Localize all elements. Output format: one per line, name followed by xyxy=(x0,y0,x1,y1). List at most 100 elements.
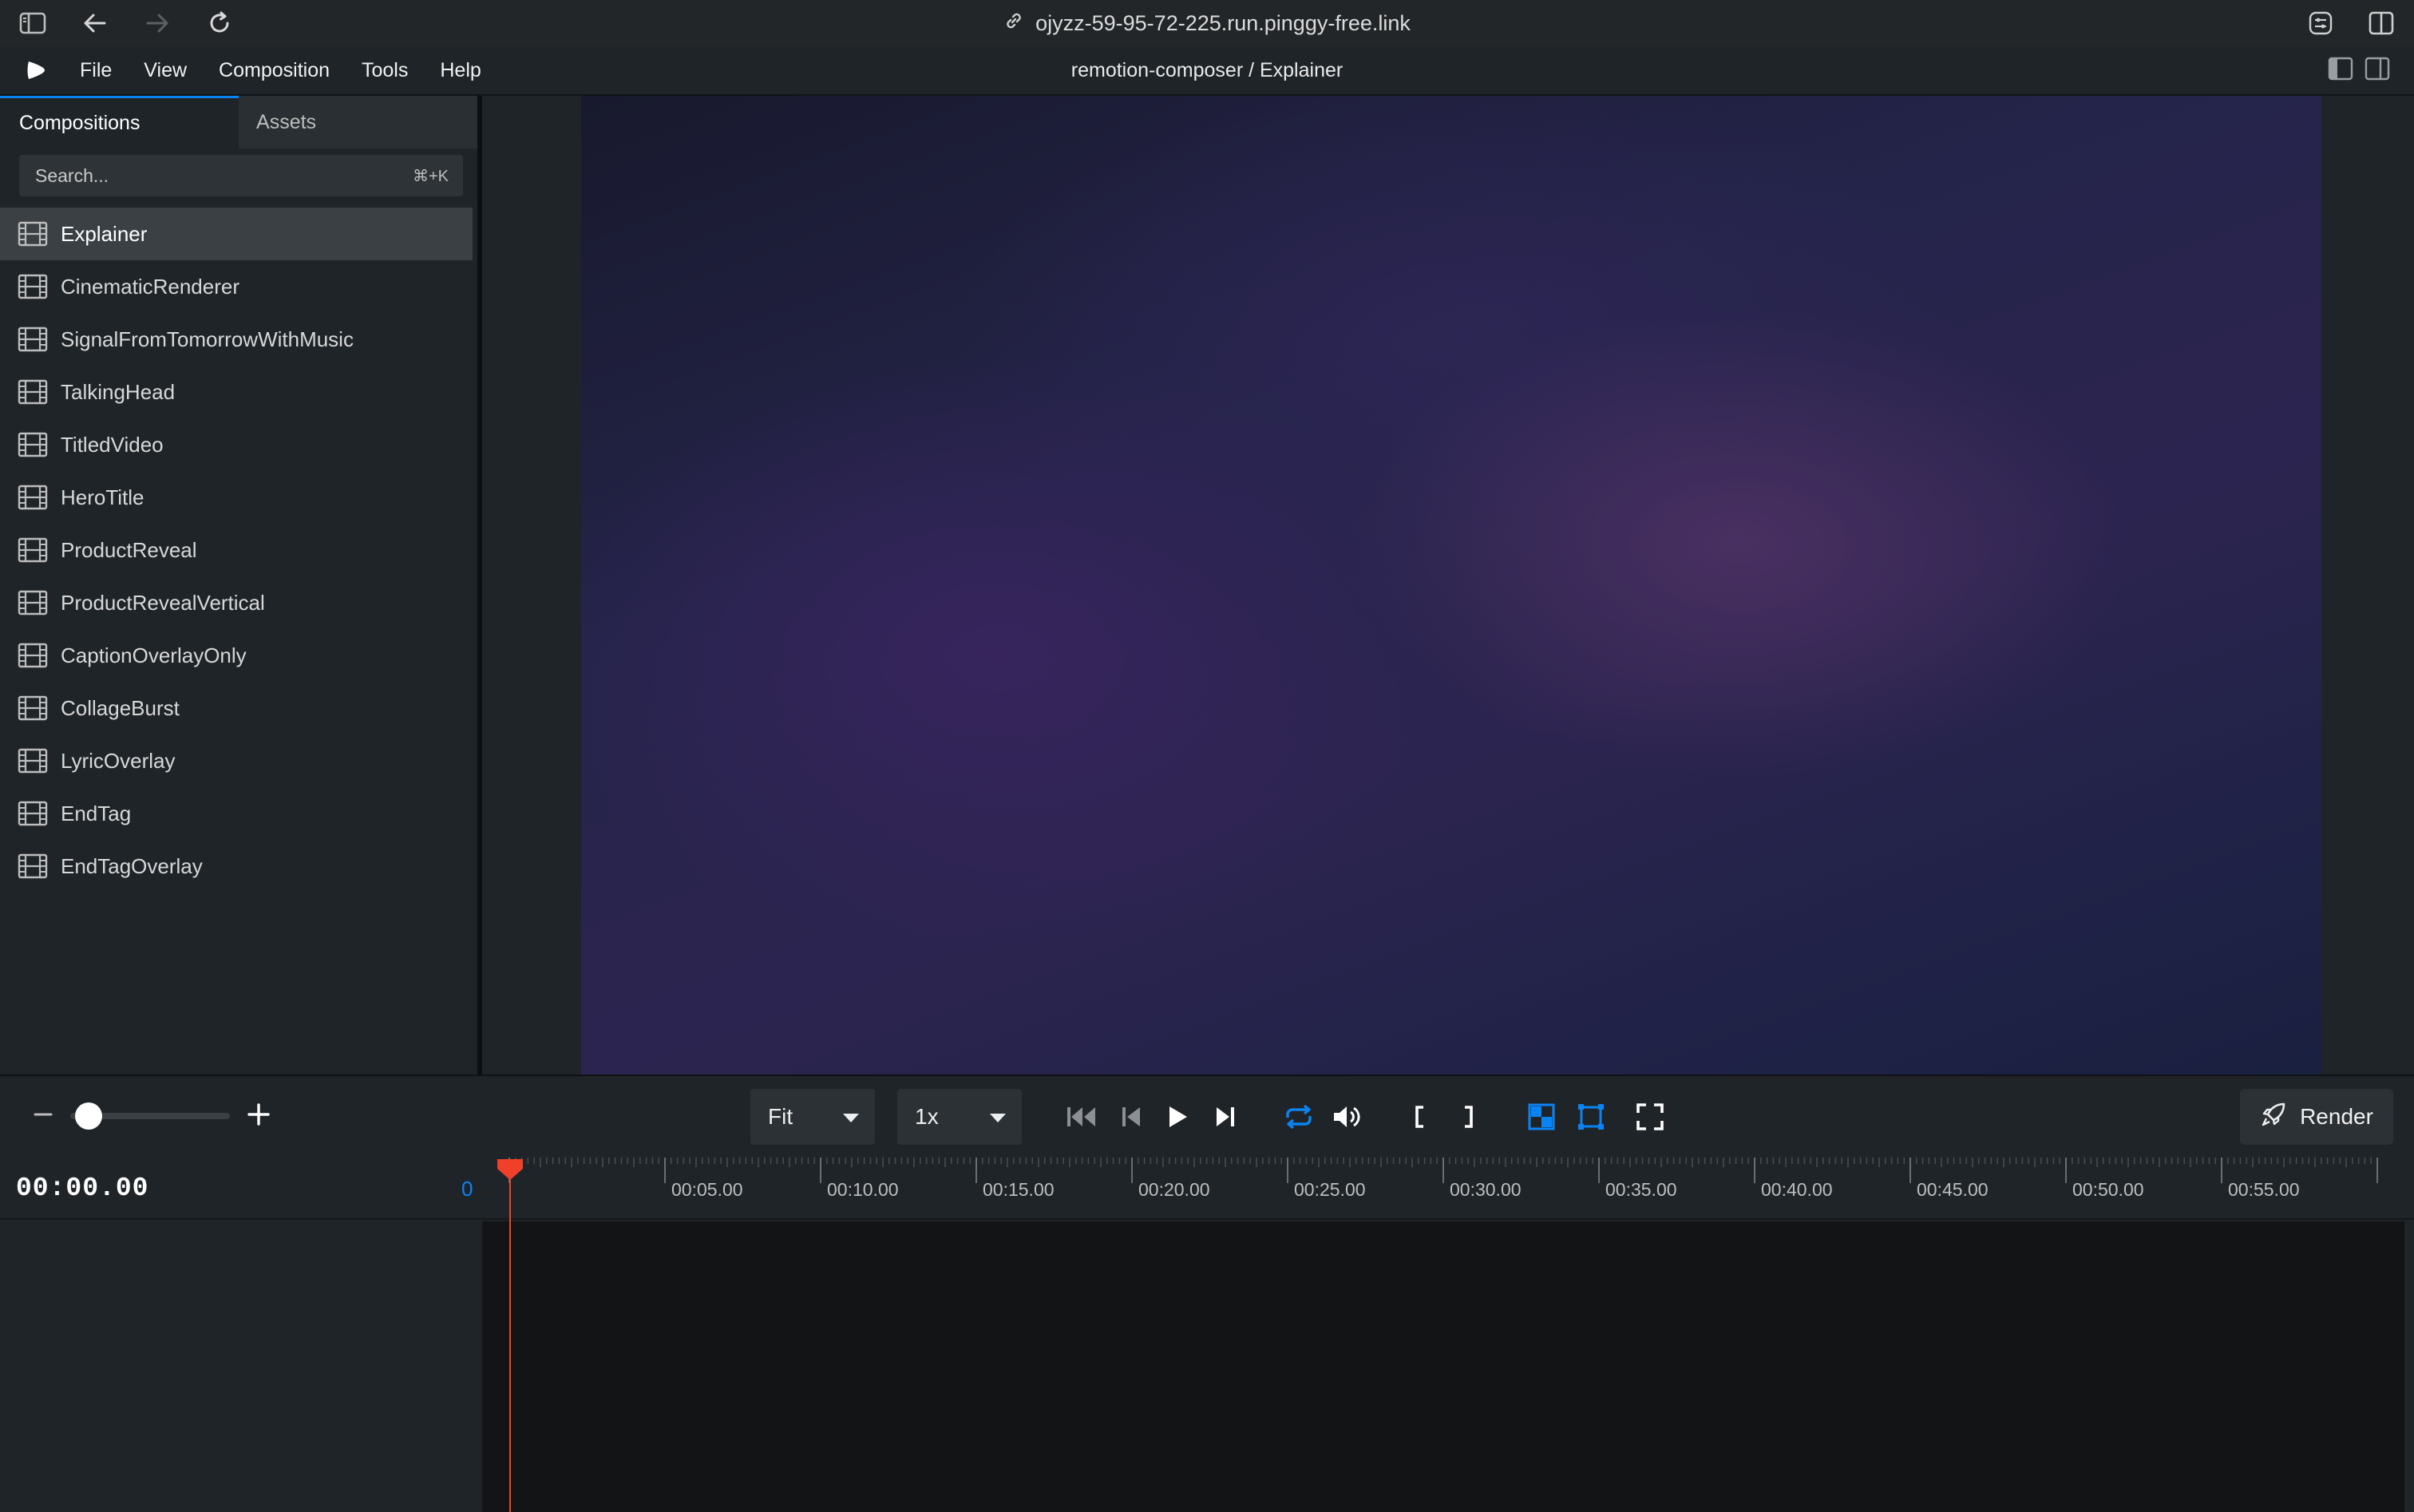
search-shortcut-hint: ⌘+K xyxy=(412,167,449,185)
address-bar: ojyzz-59-95-72-225.run.pinggy-free.link xyxy=(0,0,2414,46)
forward-arrow-icon[interactable] xyxy=(142,8,172,38)
toggle-right-panel-icon[interactable] xyxy=(2365,57,2390,85)
composition-item[interactable]: EndTagOverlay xyxy=(0,840,473,893)
composition-item[interactable]: CinematicRenderer xyxy=(0,260,473,313)
composition-item[interactable]: HeroTitle xyxy=(0,471,473,524)
url-text[interactable]: ojyzz-59-95-72-225.run.pinggy-free.link xyxy=(1035,11,1411,36)
film-icon xyxy=(18,748,48,774)
menu-file[interactable]: File xyxy=(80,59,112,82)
film-icon xyxy=(18,274,48,299)
zoom-in-icon[interactable] xyxy=(246,1102,271,1131)
chevron-down-icon xyxy=(990,1114,1006,1122)
zoom-slider[interactable] xyxy=(70,1102,230,1130)
composition-item[interactable]: CaptionOverlayOnly xyxy=(0,629,473,682)
composition-item[interactable]: CollageBurst xyxy=(0,682,473,734)
tab-compositions[interactable]: Compositions xyxy=(0,96,239,148)
menu-tools[interactable]: Tools xyxy=(362,59,408,82)
menu-composition[interactable]: Composition xyxy=(219,59,330,82)
ruler-tick-label: 00:45.00 xyxy=(1917,1179,1989,1200)
sidebar-tabs: Compositions Assets xyxy=(0,96,477,148)
toggle-left-panel-icon[interactable] xyxy=(2328,57,2353,85)
composition-item-label: LyricOverlay xyxy=(61,748,176,773)
tab-assets[interactable]: Assets xyxy=(239,96,477,148)
speed-select[interactable]: 1x xyxy=(897,1089,1022,1145)
film-icon xyxy=(18,485,48,510)
ruler-tick-label: 00:05.00 xyxy=(671,1179,743,1200)
fullscreen-icon[interactable] xyxy=(1632,1098,1668,1135)
film-icon xyxy=(18,801,48,826)
ruler-tick-label: 00:10.00 xyxy=(827,1179,899,1200)
composition-item-label: CollageBurst xyxy=(61,695,180,720)
timeline-tracks[interactable] xyxy=(482,1221,2404,1512)
composition-item-label: ProductRevealVertical xyxy=(61,590,265,615)
remotion-logo-icon[interactable] xyxy=(24,58,48,82)
composition-item[interactable]: Explainer xyxy=(0,208,473,260)
timeline-layer-list xyxy=(0,1221,482,1512)
composition-item-label: EndTagOverlay xyxy=(61,853,203,878)
step-forward-icon[interactable] xyxy=(1207,1098,1244,1135)
menu-view[interactable]: View xyxy=(144,59,187,82)
composition-item[interactable]: ProductReveal xyxy=(0,524,473,576)
reload-icon[interactable] xyxy=(204,8,235,38)
playhead-handle[interactable] xyxy=(496,1158,524,1181)
composition-item[interactable]: ProductRevealVertical xyxy=(0,576,473,629)
size-select[interactable]: Fit xyxy=(750,1089,875,1145)
ruler-tick-label: 00:35.00 xyxy=(1605,1179,1677,1200)
ruler-tick-label: 00:25.00 xyxy=(1294,1179,1366,1200)
composition-item-label: HeroTitle xyxy=(61,485,144,509)
video-preview-canvas[interactable] xyxy=(581,96,2321,1075)
film-icon xyxy=(18,327,48,352)
compositions-panel: Compositions Assets ⌘+K Explainer Cinemat… xyxy=(0,96,482,1075)
extensions-icon[interactable] xyxy=(2305,8,2336,38)
checkerboard-icon[interactable] xyxy=(1523,1098,1560,1135)
composition-item[interactable]: EndTag xyxy=(0,787,473,840)
composition-item-label: CinematicRenderer xyxy=(61,274,239,299)
film-icon xyxy=(18,695,48,721)
composition-item[interactable]: SignalFromTomorrowWithMusic xyxy=(0,313,473,366)
zoom-out-icon[interactable] xyxy=(32,1103,54,1130)
preview-area xyxy=(487,96,2414,1075)
step-back-icon[interactable] xyxy=(1113,1098,1150,1135)
menu-help[interactable]: Help xyxy=(440,59,481,82)
composition-item[interactable]: TalkingHead xyxy=(0,366,473,418)
playback-controls: Fit 1x Render xyxy=(0,1075,2414,1156)
composition-list: Explainer CinematicRenderer SignalFromTomo… xyxy=(0,208,477,893)
size-select-value: Fit xyxy=(768,1104,793,1129)
current-timecode[interactable]: 00:00.00 xyxy=(16,1174,148,1203)
composition-item-label: CaptionOverlayOnly xyxy=(61,643,247,667)
composition-item[interactable]: TitledVideo xyxy=(0,418,473,471)
chevron-down-icon xyxy=(843,1114,859,1122)
browser-toolbar: ojyzz-59-95-72-225.run.pinggy-free.link xyxy=(0,0,2414,46)
play-icon[interactable] xyxy=(1159,1098,1196,1135)
back-arrow-icon[interactable] xyxy=(80,8,110,38)
composition-item-label: TalkingHead xyxy=(61,379,176,404)
film-icon xyxy=(18,643,48,668)
film-icon xyxy=(18,432,48,457)
timeline-ruler[interactable]: 00:05.00 00:10.00 00:15.00 00:20.00 00:25.00… xyxy=(482,1156,2414,1220)
render-button-label: Render xyxy=(2300,1104,2373,1129)
film-icon xyxy=(18,537,48,563)
zoom-slider-thumb[interactable] xyxy=(75,1102,102,1130)
film-icon xyxy=(18,379,48,405)
timeline-header: 00:00.00 0 00:05.00 00:10.00 00:15.00 00:20… xyxy=(0,1156,2414,1220)
out-point-icon[interactable] xyxy=(1450,1098,1486,1135)
playhead-line[interactable] xyxy=(509,1167,511,1512)
split-view-icon[interactable] xyxy=(2366,8,2396,38)
search-input[interactable] xyxy=(19,155,463,196)
sidebar-toggle-icon[interactable] xyxy=(18,8,48,38)
speed-select-value: 1x xyxy=(915,1104,939,1129)
ruler-tick-label: 00:20.00 xyxy=(1138,1179,1210,1200)
render-button[interactable]: Render xyxy=(2240,1089,2393,1145)
film-icon xyxy=(18,221,48,247)
jump-to-start-icon[interactable] xyxy=(1063,1098,1100,1135)
composition-item-label: SignalFromTomorrowWithMusic xyxy=(61,327,354,351)
in-point-icon[interactable] xyxy=(1402,1098,1439,1135)
volume-icon[interactable] xyxy=(1328,1098,1365,1135)
safe-area-icon[interactable] xyxy=(1573,1098,1609,1135)
ruler-tick-label: 00:55.00 xyxy=(2228,1179,2300,1200)
loop-icon[interactable] xyxy=(1280,1098,1317,1135)
timeline: 00:00.00 0 00:05.00 00:10.00 00:15.00 00:20… xyxy=(0,1156,2414,1512)
composition-item[interactable]: LyricOverlay xyxy=(0,734,473,787)
app-menu-bar: File View Composition Tools Help remotio… xyxy=(0,46,2414,96)
ruler-tick-label: 00:50.00 xyxy=(2072,1179,2144,1200)
